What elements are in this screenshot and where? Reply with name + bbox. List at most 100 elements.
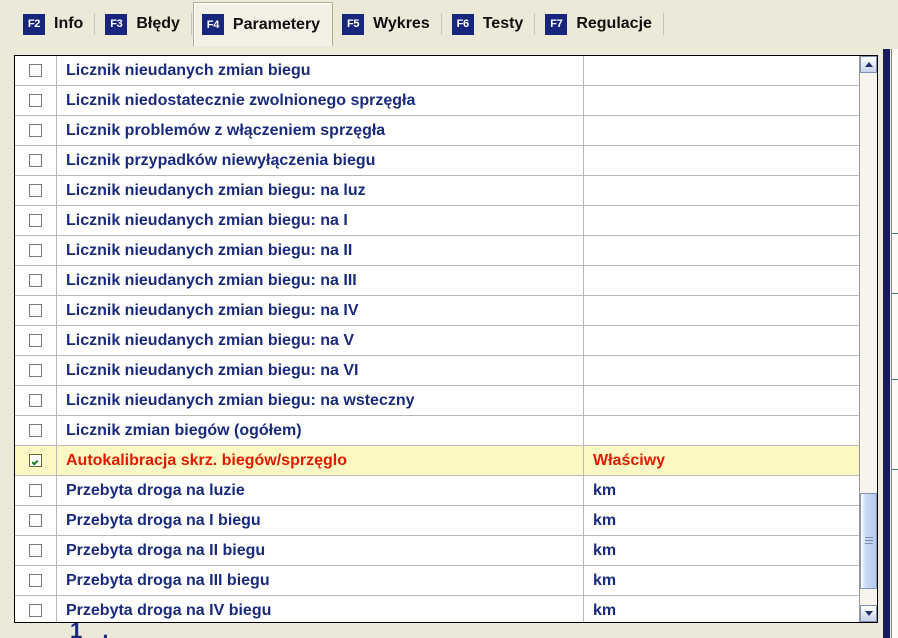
row-name-cell: Licznik nieudanych zmian biegu: na II: [57, 236, 584, 265]
checkbox-unchecked-icon[interactable]: [29, 274, 42, 287]
checkbox-unchecked-icon[interactable]: [29, 604, 42, 617]
checkbox-unchecked-icon[interactable]: [29, 574, 42, 587]
row-checkbox-cell[interactable]: [15, 536, 57, 565]
table-row[interactable]: Licznik nieudanych zmian biegu: na V: [15, 326, 860, 356]
table-row[interactable]: Przebyta droga na I biegu km: [15, 506, 860, 536]
checkbox-unchecked-icon[interactable]: [29, 304, 42, 317]
window-left-margin: [0, 0, 8, 638]
function-key-badge: F4: [201, 14, 224, 35]
row-name-label: Przebyta droga na II biegu: [66, 541, 266, 559]
table-row[interactable]: Licznik nieudanych zmian biegu: na I: [15, 206, 860, 236]
row-checkbox-cell[interactable]: [15, 266, 57, 295]
checkbox-checked-icon[interactable]: [29, 454, 42, 467]
tab-bledy[interactable]: F3 Błędy: [96, 4, 193, 44]
tab-separator: [534, 13, 536, 35]
row-name-cell: Licznik przypadków niewyłączenia biegu: [57, 146, 584, 175]
row-checkbox-cell[interactable]: [15, 116, 57, 145]
tab-parametery[interactable]: F4 Parametery: [192, 2, 334, 46]
bottom-clipped-control[interactable]: 1 .: [70, 623, 124, 638]
row-checkbox-cell[interactable]: [15, 296, 57, 325]
table-row[interactable]: Licznik nieudanych zmian biegu: na III: [15, 266, 860, 296]
row-name-cell: Licznik nieudanych zmian biegu: [57, 56, 584, 85]
row-checkbox-cell[interactable]: [15, 416, 57, 445]
row-checkbox-cell[interactable]: [15, 236, 57, 265]
table-row[interactable]: Licznik niedostatecznie zwolnionego sprz…: [15, 86, 860, 116]
row-checkbox-cell[interactable]: [15, 56, 57, 85]
checkbox-unchecked-icon[interactable]: [29, 154, 42, 167]
row-checkbox-cell[interactable]: [15, 566, 57, 595]
table-row[interactable]: Przebyta droga na luzie km: [15, 476, 860, 506]
checkbox-unchecked-icon[interactable]: [29, 124, 42, 137]
row-name-label: Licznik nieudanych zmian biegu: na II: [66, 241, 353, 259]
checkbox-unchecked-icon[interactable]: [29, 214, 42, 227]
row-checkbox-cell[interactable]: [15, 476, 57, 505]
table-row[interactable]: Licznik nieudanych zmian biegu: na VI: [15, 356, 860, 386]
row-checkbox-cell[interactable]: [15, 596, 57, 622]
row-checkbox-cell[interactable]: [15, 356, 57, 385]
row-value-cell: [584, 386, 860, 415]
row-name-label: Przebyta droga na I biegu: [66, 511, 261, 529]
parameters-table: Licznik nieudanych zmian biegu Licznik ni…: [15, 56, 860, 622]
row-value-label: km: [593, 541, 617, 559]
row-value-cell: [584, 356, 860, 385]
row-checkbox-cell[interactable]: [15, 86, 57, 115]
row-value-label: km: [593, 481, 617, 499]
checkbox-unchecked-icon[interactable]: [29, 244, 42, 257]
row-value-cell: [584, 86, 860, 115]
row-value-cell: [584, 206, 860, 235]
table-row[interactable]: Licznik problemów z włączeniem sprzęgła: [15, 116, 860, 146]
table-row[interactable]: Przebyta droga na IV biegu km: [15, 596, 860, 622]
checkbox-unchecked-icon[interactable]: [29, 64, 42, 77]
scroll-down-arrow-button[interactable]: [860, 605, 877, 622]
checkbox-unchecked-icon[interactable]: [29, 484, 42, 497]
row-checkbox-cell[interactable]: [15, 326, 57, 355]
row-value-cell: [584, 296, 860, 325]
checkbox-unchecked-icon[interactable]: [29, 424, 42, 437]
row-name-cell: Przebyta droga na I biegu: [57, 506, 584, 535]
row-value-cell: km: [584, 566, 860, 595]
scroll-up-arrow-button[interactable]: [860, 56, 877, 73]
row-value-cell: km: [584, 596, 860, 622]
vertical-scrollbar[interactable]: [859, 56, 877, 622]
row-checkbox-cell[interactable]: [15, 386, 57, 415]
table-row[interactable]: Przebyta droga na III biegu km: [15, 566, 860, 596]
checkbox-unchecked-icon[interactable]: [29, 514, 42, 527]
scrollbar-thumb[interactable]: [860, 493, 877, 589]
table-row[interactable]: Przebyta droga na II biegu km: [15, 536, 860, 566]
function-key-tab-bar: F2 Info F3 Błędy F4 Parametery F5 Wykres F6 Testy…: [0, 0, 898, 47]
row-value-label: km: [593, 601, 617, 619]
row-checkbox-cell[interactable]: [15, 146, 57, 175]
row-name-label: Licznik nieudanych zmian biegu: [66, 61, 311, 79]
tab-label: Parametery: [232, 15, 321, 33]
checkbox-unchecked-icon[interactable]: [29, 364, 42, 377]
row-name-cell: Licznik nieudanych zmian biegu: na III: [57, 266, 584, 295]
row-value-cell: [584, 116, 860, 145]
table-row[interactable]: Autokalibracja skrz. biegów/sprzęglo Właś…: [15, 446, 860, 476]
tab-info[interactable]: F2 Info: [14, 4, 96, 44]
table-row[interactable]: Licznik nieudanych zmian biegu: na wstec…: [15, 386, 860, 416]
row-name-label: Licznik nieudanych zmian biegu: na V: [66, 331, 355, 349]
row-name-cell: Licznik nieudanych zmian biegu: na wstec…: [57, 386, 584, 415]
table-row[interactable]: Licznik nieudanych zmian biegu: na IV: [15, 296, 860, 326]
row-checkbox-cell[interactable]: [15, 176, 57, 205]
table-row[interactable]: Licznik nieudanych zmian biegu: na luz: [15, 176, 860, 206]
checkbox-unchecked-icon[interactable]: [29, 394, 42, 407]
checkbox-unchecked-icon[interactable]: [29, 544, 42, 557]
row-checkbox-cell[interactable]: [15, 446, 57, 475]
row-name-cell: Licznik nieudanych zmian biegu: na IV: [57, 296, 584, 325]
row-value-label: km: [593, 571, 617, 589]
row-name-cell: Licznik niedostatecznie zwolnionego sprz…: [57, 86, 584, 115]
checkbox-unchecked-icon[interactable]: [29, 94, 42, 107]
table-row[interactable]: Licznik nieudanych zmian biegu: na II: [15, 236, 860, 266]
row-checkbox-cell[interactable]: [15, 506, 57, 535]
row-name-label: Licznik przypadków niewyłączenia biegu: [66, 151, 376, 169]
checkbox-unchecked-icon[interactable]: [29, 334, 42, 347]
table-row[interactable]: Licznik nieudanych zmian biegu: [15, 56, 860, 86]
table-row[interactable]: Licznik zmian biegów (ogółem): [15, 416, 860, 446]
checkbox-unchecked-icon[interactable]: [29, 184, 42, 197]
tab-testy[interactable]: F6 Testy: [443, 4, 537, 44]
tab-wykres[interactable]: F5 Wykres: [333, 4, 443, 44]
table-row[interactable]: Licznik przypadków niewyłączenia biegu: [15, 146, 860, 176]
row-checkbox-cell[interactable]: [15, 206, 57, 235]
tab-regulacje[interactable]: F7 Regulacje: [536, 4, 665, 44]
